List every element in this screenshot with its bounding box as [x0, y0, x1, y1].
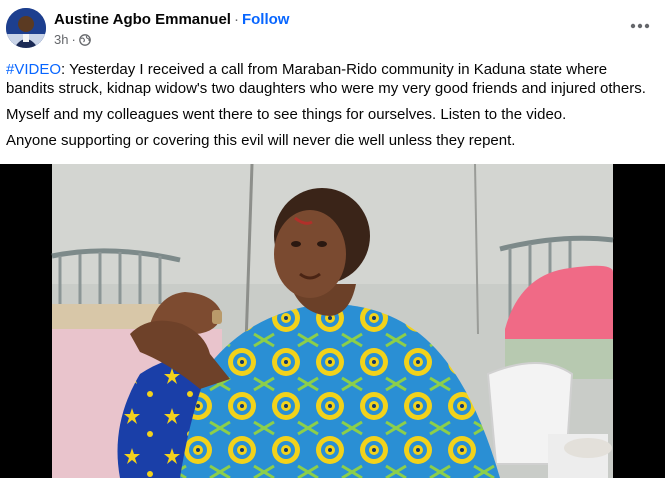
author-line: Austine Agbo Emmanuel · Follow: [54, 10, 289, 30]
post-timestamp[interactable]: 3h: [54, 32, 68, 48]
post-header: Austine Agbo Emmanuel · Follow 3h ·: [0, 0, 665, 56]
post-paragraph-1: #VIDEO: Yesterday I received a call from…: [6, 60, 658, 98]
post-paragraph-2: Myself and my colleagues went there to s…: [6, 106, 567, 123]
hashtag-video[interactable]: #VIDEO: [6, 61, 61, 78]
post-meta: 3h ·: [54, 32, 91, 48]
author-avatar[interactable]: [6, 8, 46, 48]
post-paragraph-3: Anyone supporting or covering this evil …: [6, 132, 516, 149]
more-options-button[interactable]: [625, 14, 655, 38]
name-separator: ·: [233, 11, 239, 28]
follow-button[interactable]: Follow: [242, 11, 290, 28]
author-name[interactable]: Austine Agbo Emmanuel: [54, 11, 231, 28]
post-message: #VIDEO: Yesterday I received a call from…: [6, 60, 658, 157]
meta-separator: ·: [71, 32, 76, 47]
more-horizontal-icon: [630, 23, 650, 29]
paragraph-1-text: : Yesterday I received a call from Marab…: [6, 61, 646, 97]
avatar-image: [6, 8, 46, 48]
video-frame: [0, 164, 665, 478]
video-player[interactable]: [0, 164, 665, 478]
globe-icon: [78, 34, 91, 46]
